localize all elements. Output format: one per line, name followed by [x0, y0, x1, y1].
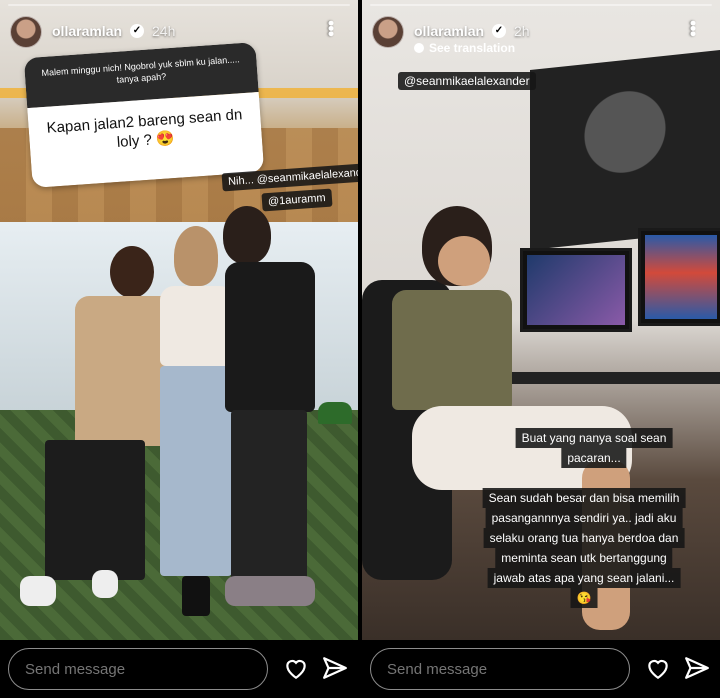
story-left: Malem minggu nich! Ngobrol yuk sblm ku j…	[0, 0, 358, 698]
caption-line-9: 😘	[570, 588, 598, 608]
send-message-input[interactable]	[370, 648, 630, 690]
story-progress-bar	[370, 4, 712, 6]
avatar[interactable]	[10, 16, 42, 48]
more-options-icon[interactable]: •••	[321, 20, 341, 36]
caption-line-5: pasangannnya sendiri ya.. jadi aku	[485, 508, 683, 528]
verified-badge-icon: ✓	[130, 24, 144, 38]
send-icon[interactable]	[684, 656, 710, 680]
caption-line-2: pacaran...	[561, 448, 627, 468]
question-sticker[interactable]: Malem minggu nich! Ngobrol yuk sblm ku j…	[23, 42, 265, 188]
story-media-photo[interactable]: @seanmikaelalexander Buat yang nanya soa…	[362, 0, 720, 640]
heart-icon[interactable]	[645, 656, 671, 680]
person-left	[20, 240, 175, 620]
caption-line-7: meminta sean utk bertanggung	[495, 548, 673, 568]
caption-line-8: jawab atas apa yang sean jalani...	[487, 568, 681, 588]
story-footer	[362, 640, 720, 698]
story-progress-bar	[8, 4, 350, 6]
story-timestamp: 2h	[514, 23, 530, 39]
see-translation-label: See translation	[429, 41, 516, 55]
story-footer	[0, 640, 358, 698]
username[interactable]: ollaramlan	[52, 23, 122, 39]
send-message-input[interactable]	[8, 648, 268, 690]
caption-line-4: Sean sudah besar dan bisa memilih	[482, 488, 686, 508]
heart-icon[interactable]	[283, 656, 309, 680]
person-right	[215, 206, 325, 626]
story-header: ollaramlan ✓ 24h •••	[10, 14, 348, 50]
verified-badge-icon: ✓	[492, 24, 506, 38]
see-translation-link[interactable]: See translation	[414, 41, 515, 55]
story-header: ollaramlan ✓ 2h See translation •••	[372, 14, 710, 55]
translate-icon	[414, 43, 424, 53]
caption-line-6: selaku orang tua hanya berdoa dan	[483, 528, 685, 548]
monitor-right	[638, 228, 720, 326]
send-icon[interactable]	[322, 656, 348, 680]
story-right: @seanmikaelalexander Buat yang nanya soa…	[362, 0, 720, 698]
avatar[interactable]	[372, 16, 404, 48]
story-timestamp: 24h	[152, 23, 176, 39]
mention-tag-sean[interactable]: @seanmikaelalexander	[398, 72, 536, 90]
caption-line-1: Buat yang nanya soal sean	[515, 428, 673, 448]
username[interactable]: ollaramlan	[414, 23, 484, 39]
story-media-photo[interactable]: Malem minggu nich! Ngobrol yuk sblm ku j…	[0, 0, 358, 640]
more-options-icon[interactable]: •••	[683, 20, 703, 36]
